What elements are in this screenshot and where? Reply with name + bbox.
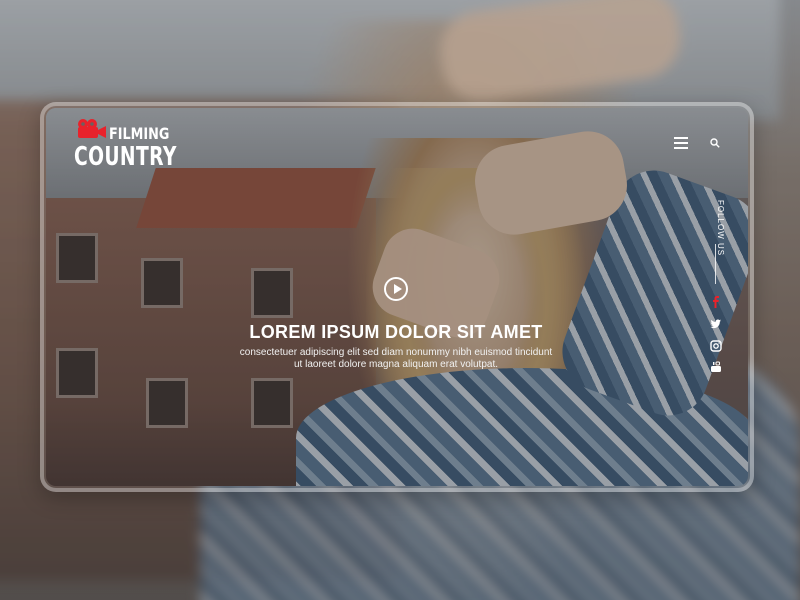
- logo-text-filming: FILMING: [109, 124, 170, 143]
- camera-icon: [78, 119, 106, 138]
- follow-divider: [715, 244, 716, 284]
- follow-us-label: FOLLOW US: [716, 200, 725, 257]
- play-button[interactable]: [384, 277, 408, 301]
- hamburger-menu-icon[interactable]: [674, 137, 688, 149]
- hero-headline: LOREM IPSUM DOLOR SIT AMET: [249, 322, 543, 342]
- youtube-icon[interactable]: [710, 361, 722, 373]
- brand-logo[interactable]: FILMING COUNTRY: [72, 116, 176, 172]
- search-icon[interactable]: [710, 138, 720, 148]
- hero-subtext-line1: consectetuer adipiscing elit sed diam no…: [239, 347, 553, 358]
- logo-text-country: COUNTRY: [74, 142, 177, 172]
- twitter-icon[interactable]: [710, 318, 722, 330]
- hero-subtext: consectetuer adipiscing elit sed diam no…: [196, 347, 596, 371]
- instagram-icon[interactable]: [710, 340, 722, 352]
- facebook-icon[interactable]: [710, 296, 722, 308]
- hero-subtext-line2: ut laoreet dolore magna aliquam erat vol…: [293, 359, 498, 370]
